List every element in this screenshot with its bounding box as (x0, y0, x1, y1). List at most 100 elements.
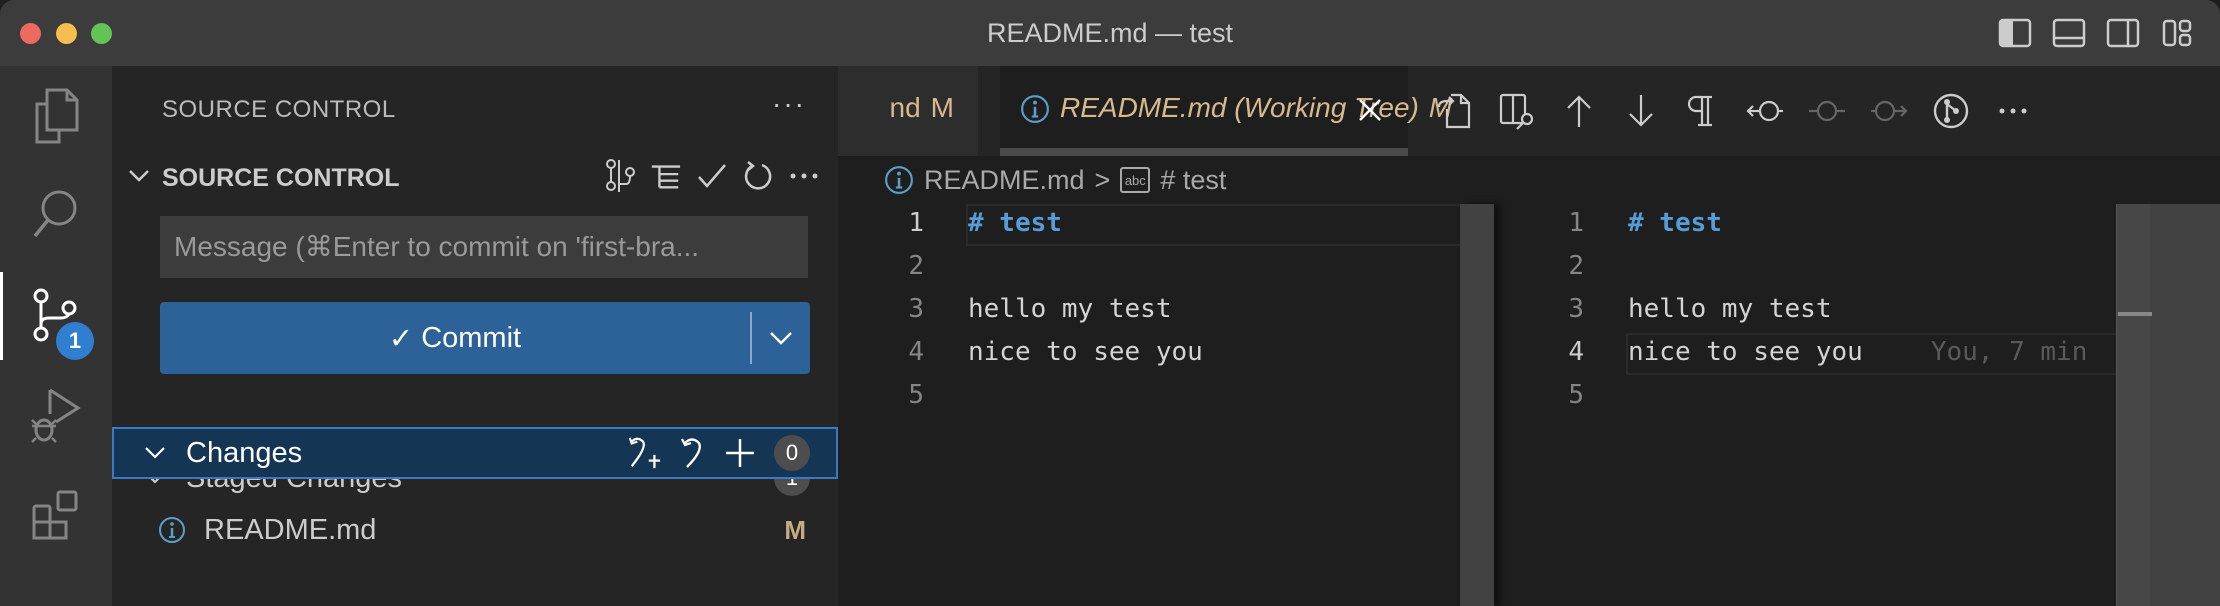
code-line[interactable]: 2 (1498, 247, 2220, 290)
code-line[interactable]: 4 nice to see you You, 7 min (1498, 333, 2220, 376)
editor-group: nd M README.md (Working Tree) M README.m… (838, 66, 2220, 606)
activity-explorer[interactable] (0, 66, 112, 166)
code-line[interactable]: 4 nice to see you (838, 333, 1498, 376)
tab-readme-working-tree[interactable]: README.md (Working Tree) M (1000, 66, 1452, 156)
customize-layout-button[interactable] (2160, 16, 2194, 50)
previous-revision-button[interactable] (1742, 86, 1788, 136)
line-number: 3 (908, 294, 924, 324)
info-icon (885, 166, 913, 194)
tabs-scrollbar[interactable] (1000, 148, 1408, 156)
open-changes-button[interactable] (1494, 86, 1540, 136)
previous-change-button[interactable] (1556, 86, 1602, 136)
toggle-primary-sidebar-button[interactable] (1998, 16, 2032, 50)
next-change-button[interactable] (1618, 86, 1664, 136)
git-lens-icon (1933, 93, 1969, 129)
file-status-modified: M (784, 515, 806, 545)
line-number: 2 (1568, 251, 1584, 281)
sidebar-left-icon (1998, 18, 2032, 48)
previous-revision-icon (1746, 100, 1783, 122)
tab-status: M (930, 92, 954, 123)
inline-blame[interactable]: You, 7 min (1931, 337, 2088, 367)
line-text: nice to see you You, 7 min (1628, 337, 2087, 367)
activity-search[interactable] (0, 166, 112, 266)
code-line[interactable]: 3 hello my test (838, 290, 1498, 333)
commit-check-icon (698, 164, 726, 188)
git-lens-button[interactable] (1928, 86, 1974, 136)
modified-pane-minimap[interactable] (2116, 204, 2220, 606)
debug-icon (31, 388, 81, 443)
line-number: 4 (1568, 337, 1584, 367)
code-line[interactable]: 2 (838, 247, 1498, 290)
open-file-button[interactable] (1432, 86, 1478, 136)
diff-modified-pane[interactable]: 1 # test 2 3 hello my test 4 nice to see you Yo… (1498, 204, 2220, 606)
search-icon (33, 190, 77, 238)
commit-dropdown-button[interactable] (752, 302, 810, 374)
code-line[interactable]: 1 # test (1498, 204, 2220, 247)
stage-all-icon (726, 439, 754, 467)
changes-header[interactable]: Changes 0 (112, 427, 838, 479)
toggle-panel-button[interactable] (2052, 16, 2086, 50)
sidebar-more-button[interactable]: ··· (772, 88, 806, 120)
code-line[interactable]: 3 hello my test (1498, 290, 2220, 333)
more-actions-icon (1999, 108, 2027, 114)
staged-file-item[interactable]: README.md M (112, 504, 838, 556)
layout-controls (1998, 16, 2194, 50)
changes-actions (626, 433, 758, 473)
breadcrumb-file[interactable]: README.md (924, 165, 1085, 196)
chevron-down-icon (770, 332, 792, 345)
discard-all-icon (681, 438, 701, 468)
line-number: 2 (908, 251, 924, 281)
activity-run-debug[interactable] (0, 366, 112, 466)
code-line[interactable]: 5 (1498, 376, 2220, 419)
commit-message-input[interactable] (160, 216, 808, 278)
activity-extensions[interactable] (0, 466, 112, 566)
more-actions-button[interactable] (788, 158, 820, 194)
source-control-badge: 1 (56, 322, 94, 360)
line-text: nice to see you (968, 337, 1203, 367)
original-pane-scrollbar[interactable] (1460, 204, 1494, 606)
commit-check-button[interactable] (696, 158, 728, 194)
breadcrumb-symbol[interactable]: # test (1160, 165, 1226, 196)
view-graph-button[interactable] (604, 158, 636, 194)
line-content: nice to see you (968, 337, 1203, 367)
code-line[interactable]: 5 (838, 376, 1498, 419)
stage-all-button[interactable] (722, 433, 758, 473)
next-change-icon (1629, 95, 1653, 127)
open-changes-icon (1499, 93, 1534, 130)
refresh-button[interactable] (742, 158, 774, 194)
line-text: # test (968, 208, 1062, 238)
code-line[interactable]: 1 # test (838, 204, 1498, 247)
tab-close-button[interactable] (1354, 92, 1386, 128)
layout-icon (2162, 19, 2192, 47)
changes-count-badge: 0 (774, 435, 810, 471)
line-number: 5 (1568, 380, 1584, 410)
breadcrumb-separator: > (1094, 164, 1111, 195)
previous-change-icon (1567, 95, 1591, 127)
window-title: README.md — test (986, 18, 1234, 48)
tab-inactive[interactable]: nd M (838, 66, 978, 156)
info-icon (159, 517, 185, 543)
activity-source-control[interactable]: 1 (0, 266, 112, 366)
extensions-icon (32, 490, 78, 540)
view-as-tree-button[interactable] (650, 158, 682, 194)
current-revision-button[interactable] (1804, 86, 1850, 136)
show-whitespace-button[interactable] (1680, 86, 1726, 136)
editor-more-actions-button[interactable] (1990, 86, 2036, 136)
diff-original-pane[interactable]: 1 # test 2 3 hello my test 4 nice to see you 5 (838, 204, 1498, 606)
editor-actions (1418, 66, 2036, 156)
line-content: nice to see you (1628, 337, 1863, 367)
discard-all-button[interactable] (674, 433, 710, 473)
commit-button[interactable]: ✓ Commit (160, 302, 750, 374)
activity-bar: 1 (0, 66, 112, 606)
line-number: 3 (1568, 294, 1584, 324)
discard-and-stage-button[interactable] (626, 433, 662, 473)
modified-pane-scrollbar[interactable] (2116, 204, 2150, 606)
toggle-secondary-sidebar-button[interactable] (2106, 16, 2140, 50)
info-icon (1021, 95, 1049, 123)
line-number: 1 (908, 208, 924, 238)
panel-bottom-icon (2052, 18, 2086, 48)
section-title: SOURCE CONTROL (162, 164, 400, 192)
symbol-string-icon: abc (1120, 167, 1151, 193)
next-revision-button[interactable] (1866, 86, 1912, 136)
source-control-section-header[interactable]: SOURCE CONTROL (112, 156, 838, 196)
